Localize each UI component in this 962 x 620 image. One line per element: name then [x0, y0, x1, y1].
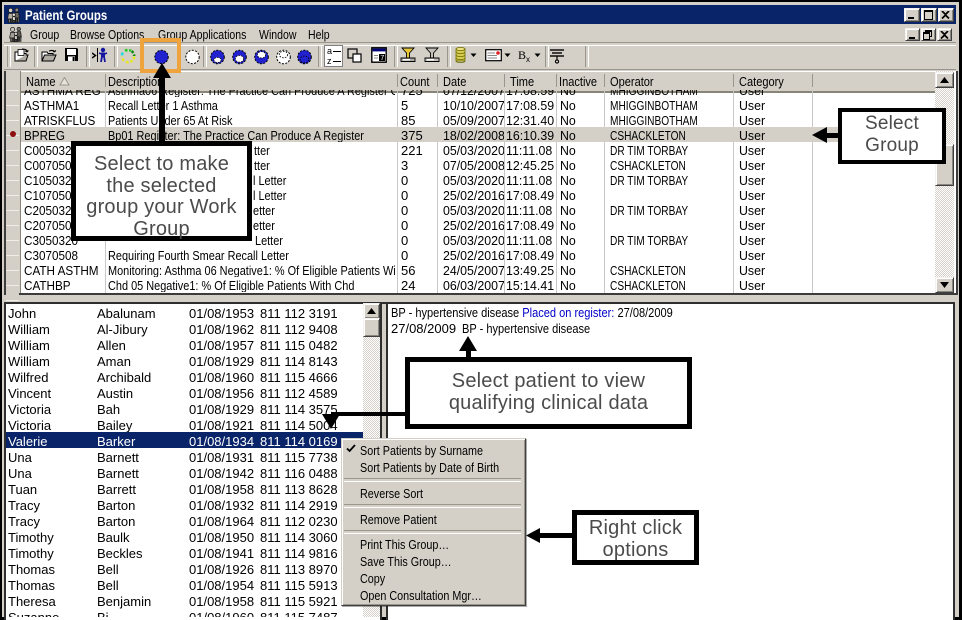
svg-text:z: z [327, 56, 332, 66]
svg-text:a: a [327, 46, 332, 56]
svg-text:7: 7 [380, 55, 384, 62]
svg-text:x: x [526, 55, 530, 63]
svg-text:B: B [518, 48, 526, 62]
